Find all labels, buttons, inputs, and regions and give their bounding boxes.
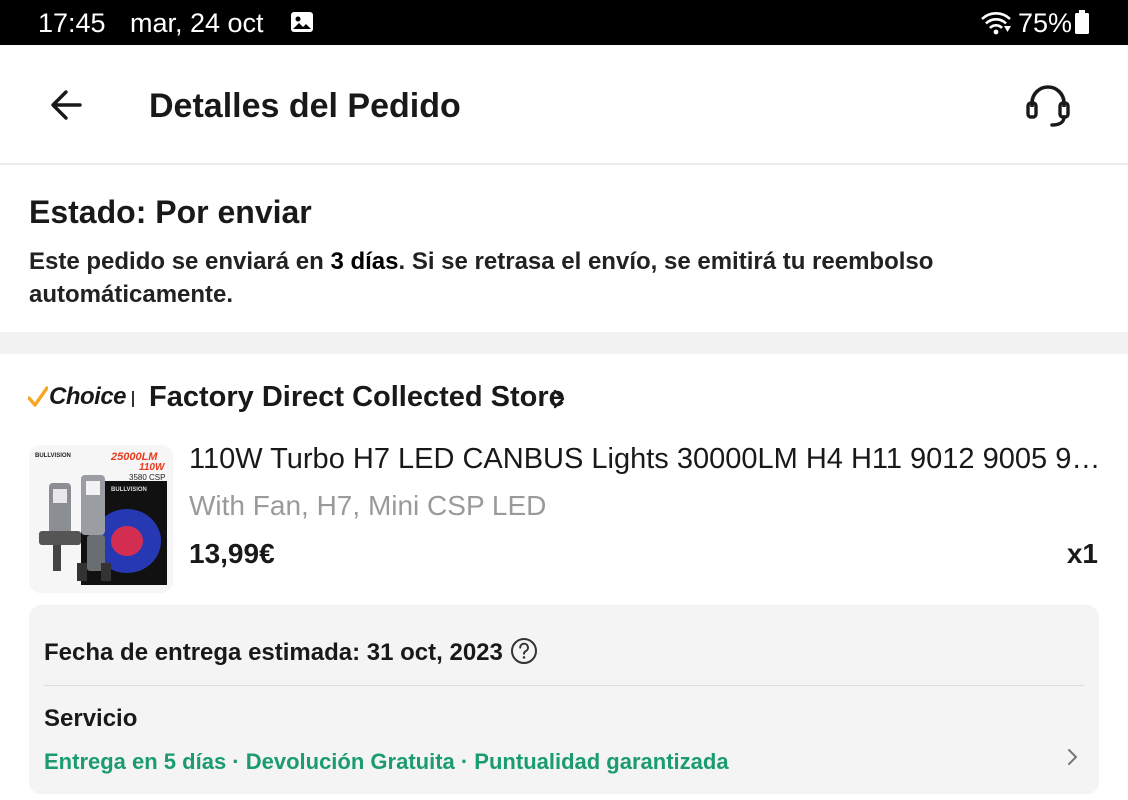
order-status-title: Estado: Por enviar [29,194,312,230]
status-date: mar, 24 oct [130,8,264,38]
product-quantity: x1 [1066,538,1098,569]
status-time: 17:45 [38,8,106,38]
choice-badge: Choice [28,382,135,412]
product-variant: With Fan, H7, Mini CSP LED [189,490,547,521]
thumb-chip: 3580 CSP [129,473,166,482]
estimated-delivery-date: Fecha de entrega estimada: 31 oct, 2023 [44,639,503,666]
section-divider [0,332,1128,354]
checkmark-icon [28,386,48,407]
back-arrow-icon[interactable] [44,85,92,125]
chevron-right-icon[interactable] [552,388,566,410]
order-status-section: Estado: Por enviar Este pedido se enviar… [0,167,1128,332]
service-label: Servicio [44,705,138,732]
image-notification-icon [291,12,313,32]
status-bar: 17:45 mar, 24 oct 75% [0,0,1128,45]
chevron-right-icon[interactable] [1065,746,1079,768]
card-divider [44,685,1084,686]
question-icon[interactable] [510,637,538,665]
battery-icon [1075,10,1089,34]
product-price: 13,99€ [189,538,275,569]
app-header: Detalles del Pedido [0,45,1128,165]
order-status-description: Este pedido se enviará en 3 días. Si se … [29,245,1089,311]
delivery-card: Fecha de entrega estimada: 31 oct, 2023 … [29,605,1099,794]
choice-label: Choice [49,383,127,410]
store-row[interactable]: Choice Factory Direct Collected Store [0,354,1128,439]
headset-icon[interactable] [1022,81,1074,129]
status-desc-text: Este pedido se enviará en [29,248,331,275]
thumb-watts: 110W [139,462,165,473]
service-features-link[interactable]: Entrega en 5 días · Devolución Gratuita … [44,749,729,775]
store-name-link[interactable]: Factory Direct Collected Store [149,381,565,414]
product-title[interactable]: 110W Turbo H7 LED CANBUS Lights 30000LM … [189,443,1101,476]
battery-percent: 75% [1018,8,1073,38]
box-brand-logo: BULLVISION [111,487,147,493]
choice-separator [132,391,135,407]
wifi-icon [981,12,1011,35]
status-desc-days: 3 días [330,248,399,275]
brand-logo: BULLVISION [35,453,71,459]
page-title: Detalles del Pedido [149,87,461,125]
product-image[interactable]: BULLVISION 25000LM 110W 3580 CSP BULLVIS… [29,445,173,593]
